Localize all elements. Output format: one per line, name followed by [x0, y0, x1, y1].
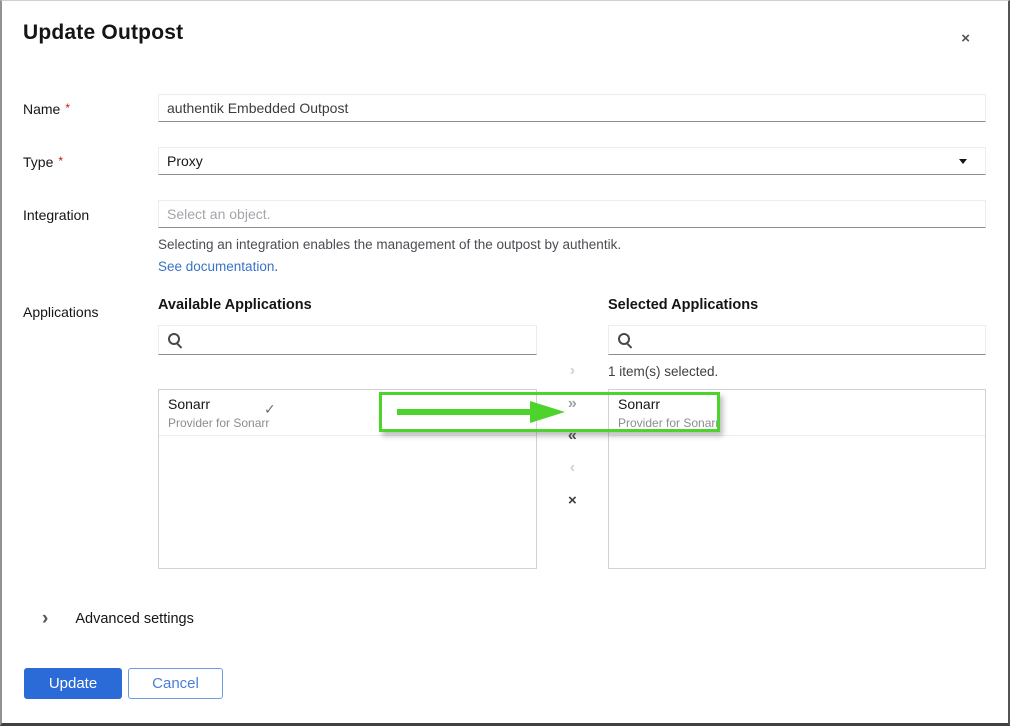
close-icon[interactable]: ×: [957, 29, 974, 48]
selected-count-text: 1 item(s) selected.: [608, 355, 986, 389]
available-applications-column: Available Applications Sonarr Provider f…: [158, 297, 537, 569]
applications-field-row: Applications Available Applications: [23, 297, 986, 569]
item-description: Provider for Sonarr: [168, 416, 527, 430]
cancel-button[interactable]: Cancel: [128, 668, 223, 699]
name-label: Name*: [23, 94, 158, 122]
applications-label: Applications: [23, 297, 158, 569]
update-button[interactable]: Update: [24, 668, 122, 699]
type-select[interactable]: Proxy: [158, 147, 986, 175]
modal-footer: Update Cancel: [24, 668, 986, 699]
required-asterisk: *: [65, 101, 70, 115]
item-description: Provider for Sonarr: [618, 416, 976, 430]
integration-input[interactable]: [158, 200, 986, 228]
move-selected-left-button[interactable]: ‹: [570, 460, 575, 476]
type-label: Type*: [23, 147, 158, 175]
modal-title: Update Outpost: [23, 21, 183, 45]
selected-search-box[interactable]: [608, 325, 986, 355]
type-select-value: Proxy: [167, 153, 203, 169]
check-icon: ✓: [264, 401, 276, 418]
type-field-row: Type* Proxy: [23, 147, 986, 175]
move-all-left-button[interactable]: «: [568, 428, 577, 444]
search-icon: [617, 332, 633, 348]
item-name: Sonarr: [618, 396, 976, 414]
transfer-controls: › » « ‹ ×: [537, 297, 608, 569]
remove-all-button[interactable]: ×: [568, 493, 577, 509]
available-applications-title: Available Applications: [158, 297, 537, 317]
see-documentation-link[interactable]: See documentation: [158, 259, 274, 274]
modal-header: Update Outpost ×: [23, 21, 986, 48]
list-item-sonarr-selected[interactable]: Sonarr Provider for Sonarr: [609, 390, 985, 436]
modal-window: Update Outpost × Name* Type*: [0, 0, 1010, 726]
selected-applications-title: Selected Applications: [608, 297, 986, 317]
integration-field-row: Integration Selecting an integration ena…: [23, 200, 986, 274]
selected-applications-column: Selected Applications 1 item(s) selected…: [608, 297, 986, 569]
doc-link-period: .: [274, 259, 278, 274]
integration-help-text: Selecting an integration enables the man…: [158, 237, 986, 252]
move-selected-right-button[interactable]: ›: [570, 363, 575, 379]
advanced-settings-expander[interactable]: › Advanced settings: [42, 611, 986, 627]
chevron-right-icon: ›: [42, 612, 48, 626]
search-icon: [167, 332, 183, 348]
dual-list-selector: Available Applications Sonarr Provider f…: [158, 297, 986, 569]
name-field-row: Name*: [23, 94, 986, 122]
move-all-right-button[interactable]: »: [568, 396, 577, 412]
required-asterisk: *: [58, 154, 63, 168]
chevron-down-icon: [959, 159, 967, 164]
name-input[interactable]: [158, 94, 986, 122]
list-item-sonarr-available[interactable]: Sonarr Provider for Sonarr ✓: [159, 390, 536, 436]
selected-applications-list: Sonarr Provider for Sonarr: [608, 389, 986, 569]
advanced-settings-label: Advanced settings: [75, 611, 194, 627]
available-applications-list: Sonarr Provider for Sonarr ✓: [158, 389, 537, 569]
item-name: Sonarr: [168, 396, 527, 414]
available-search-box[interactable]: [158, 325, 537, 355]
integration-label: Integration: [23, 200, 158, 274]
available-status-spacer: [158, 355, 537, 389]
